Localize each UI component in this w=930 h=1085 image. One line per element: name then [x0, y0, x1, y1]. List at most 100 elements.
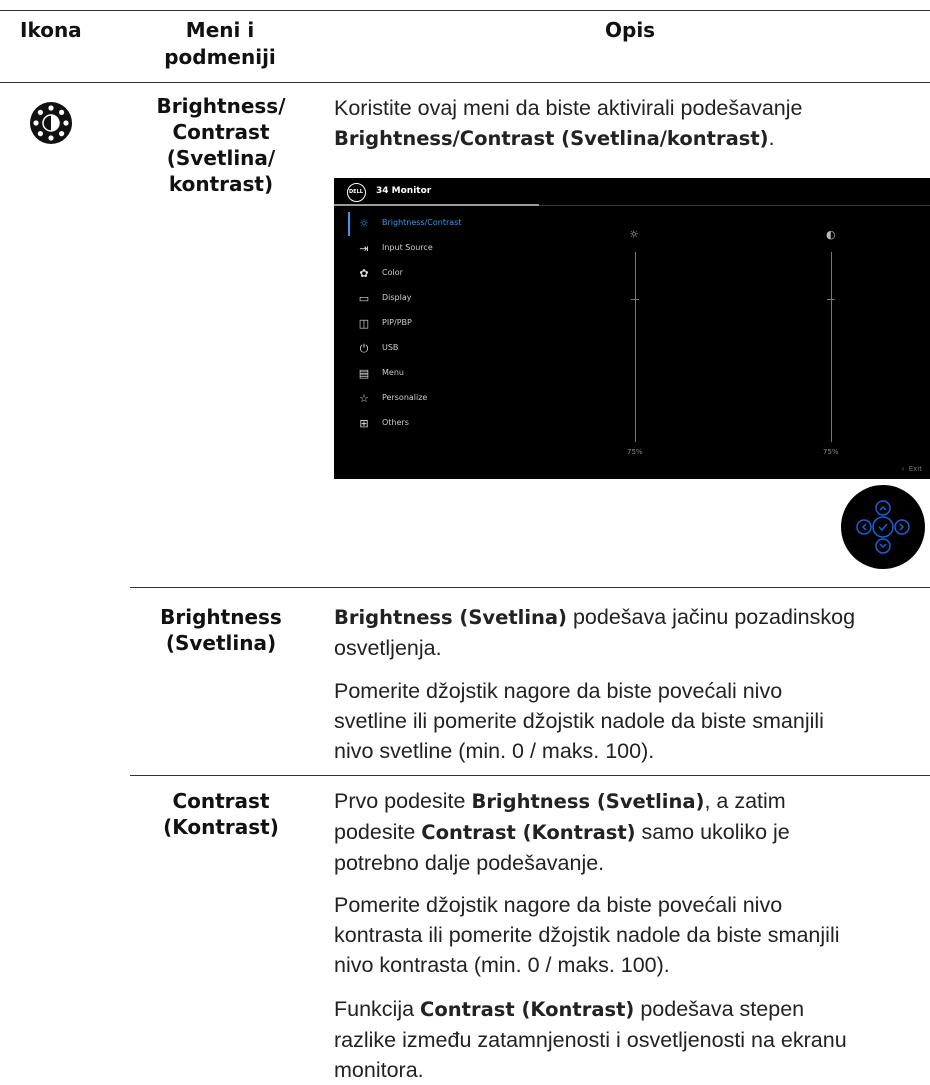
osd-item-others[interactable]: ⊞ Others	[356, 415, 556, 433]
osd-selection-marker	[348, 212, 350, 236]
others-icon: ⊞	[359, 417, 369, 430]
sun-icon: ☼	[359, 217, 369, 230]
brightness-desc-p2: Pomerite džojstik nagore da biste poveća…	[334, 676, 930, 766]
intro-line1: Koristite ovaj meni da biste aktivirali …	[334, 96, 803, 120]
osd-item-label: Menu	[382, 368, 404, 377]
table-top-rule	[0, 10, 930, 11]
contrast-slider-track[interactable]	[831, 252, 832, 442]
dell-logo: DELL	[347, 183, 366, 202]
header-icon-column: Ikona	[20, 18, 82, 42]
text-span: podesite	[334, 820, 422, 844]
osd-item-label: Others	[382, 418, 409, 427]
osd-item-label: PIP/PBP	[382, 318, 412, 327]
osd-item-label: Display	[382, 293, 412, 302]
menu-line: Contrast	[172, 789, 270, 813]
menu-brightness-contrast: Brightness/ Contrast (Svetlina/ kontrast…	[130, 93, 312, 197]
osd-exit[interactable]: ‹ Exit	[901, 465, 922, 473]
brightness-desc: Brightness (Svetlina) podešava jačinu po…	[334, 602, 930, 663]
contrast-desc-p3: Funkcija Contrast (Kontrast) podešava st…	[334, 994, 930, 1085]
text-span: , a zatim	[704, 789, 786, 813]
osd-exit-label: Exit	[908, 465, 922, 473]
text-line: razlike između zatamnjenosti i osvetljen…	[334, 1028, 847, 1052]
brightness-slider-thumb[interactable]	[631, 299, 639, 300]
menu-icon: ▤	[358, 367, 370, 380]
contrast-value: 75%	[823, 448, 839, 456]
osd-item-usb[interactable]: ⏻ USB	[356, 340, 556, 358]
header-bottom-rule	[0, 82, 930, 83]
intro-line2: Brightness/Contrast (Svetlina/kontrast).	[334, 123, 930, 154]
contrast-desc-p1: Prvo podesite Brightness (Svetlina), a z…	[334, 786, 930, 878]
text-line: Funkcija Contrast (Kontrast) podešava st…	[334, 994, 930, 1025]
brightness-p1-rest: podešava jačinu pozadinskog	[566, 605, 856, 629]
display-icon: ▭	[358, 292, 370, 305]
osd-item-brightness-contrast[interactable]: ☼ Brightness/Contrast	[356, 215, 556, 233]
header-menu-line1: Meni i	[185, 18, 255, 42]
brightness-bold: Brightness (Svetlina)	[334, 606, 567, 629]
menu-line: Brightness/	[156, 94, 286, 118]
brightness-slider-sun-icon: ☼	[629, 228, 639, 241]
text-span: Funkcija	[334, 997, 421, 1021]
contrast-row-top-rule	[130, 775, 930, 776]
intro-end: .	[768, 126, 775, 150]
brightness-p1-line1: Brightness (Svetlina) podešava jačinu po…	[334, 602, 930, 633]
color-icon: ✿	[359, 267, 369, 280]
contrast-bold-contrast: Contrast (Kontrast)	[421, 821, 636, 844]
text-line: potrebno dalje podešavanje.	[334, 851, 605, 875]
text-span: podešava stepen	[634, 997, 805, 1021]
menu-brightness: Brightness (Svetlina)	[130, 604, 312, 656]
menu-contrast: Contrast (Kontrast)	[130, 788, 312, 840]
contrast-slider-thumb[interactable]	[827, 299, 835, 300]
header-menu-line2: podmeniji	[164, 45, 276, 69]
osd-screenshot: DELL 34 Monitor ☼ Brightness/Contrast ⇥ …	[334, 178, 930, 479]
osd-item-label: Input Source	[382, 243, 433, 252]
menu-line: Contrast	[172, 120, 270, 144]
osd-item-pip-pbp[interactable]: ◫ PIP/PBP	[356, 315, 556, 333]
contrast-slider-icon: ◐	[826, 228, 836, 241]
text-span: Prvo podesite	[334, 789, 472, 813]
intro-text: Koristite ovaj meni da biste aktivirali …	[334, 93, 930, 154]
text-line: nivo kontrasta (min. 0 / maks. 100).	[334, 953, 670, 977]
usb-icon: ⏻	[359, 342, 369, 355]
text-line: monitora.	[334, 1058, 424, 1082]
text-line: Pomerite džojstik nagore da biste poveća…	[334, 893, 783, 917]
osd-title: 34 Monitor	[376, 186, 432, 196]
text-line: Pomerite džojstik nagore da biste poveća…	[334, 679, 783, 703]
menu-line: Brightness	[160, 605, 282, 629]
menu-line: (Svetlina/	[166, 146, 276, 170]
brightness-row-top-rule	[130, 587, 930, 588]
header-menu-column: Meni i podmeniji	[150, 17, 290, 71]
contrast-desc-p2: Pomerite džojstik nagore da biste poveća…	[334, 890, 930, 980]
input-source-icon: ⇥	[359, 242, 369, 255]
pip-pbp-icon: ◫	[358, 317, 370, 330]
menu-line: (Svetlina)	[165, 631, 277, 655]
intro-bold: Brightness/Contrast (Svetlina/kontrast)	[334, 127, 769, 150]
osd-divider-accent	[334, 204, 539, 206]
menu-line: kontrast)	[168, 172, 274, 196]
osd-item-display[interactable]: ▭ Display	[356, 290, 556, 308]
brightness-slider-track[interactable]	[635, 252, 636, 442]
contrast-bold-brightness: Brightness (Svetlina)	[471, 790, 705, 813]
osd-item-label: USB	[382, 343, 399, 352]
joystick-icon	[841, 485, 925, 569]
brightness-value: 75%	[627, 448, 643, 456]
text-line: nivo svetline (min. 0 / maks. 100).	[334, 739, 655, 763]
osd-item-input-source[interactable]: ⇥ Input Source	[356, 240, 556, 258]
star-icon: ☆	[359, 392, 369, 405]
text-line: Prvo podesite Brightness (Svetlina), a z…	[334, 786, 930, 817]
osd-item-color[interactable]: ✿ Color	[356, 265, 556, 283]
osd-item-personalize[interactable]: ☆ Personalize	[356, 390, 556, 408]
osd-item-label: Color	[382, 268, 403, 277]
dell-logo-text: DELL	[349, 189, 363, 195]
text-line: svetline ili pomerite džojstik nadole da…	[334, 709, 824, 733]
contrast-bold-function: Contrast (Kontrast)	[420, 998, 635, 1021]
text-line: podesite Contrast (Kontrast) samo ukolik…	[334, 817, 930, 848]
osd-item-menu[interactable]: ▤ Menu	[356, 365, 556, 383]
text-line: kontrasta ili pomerite džojstik nadole d…	[334, 923, 840, 947]
text-span: samo ukoliko je	[635, 820, 790, 844]
osd-item-label: Brightness/Contrast	[382, 218, 462, 227]
osd-item-label: Personalize	[382, 393, 428, 402]
brightness-contrast-icon	[26, 98, 76, 148]
brightness-p1-line2: osvetljenja.	[334, 636, 442, 660]
menu-line: (Kontrast)	[163, 815, 279, 839]
header-description-column: Opis	[605, 18, 656, 42]
